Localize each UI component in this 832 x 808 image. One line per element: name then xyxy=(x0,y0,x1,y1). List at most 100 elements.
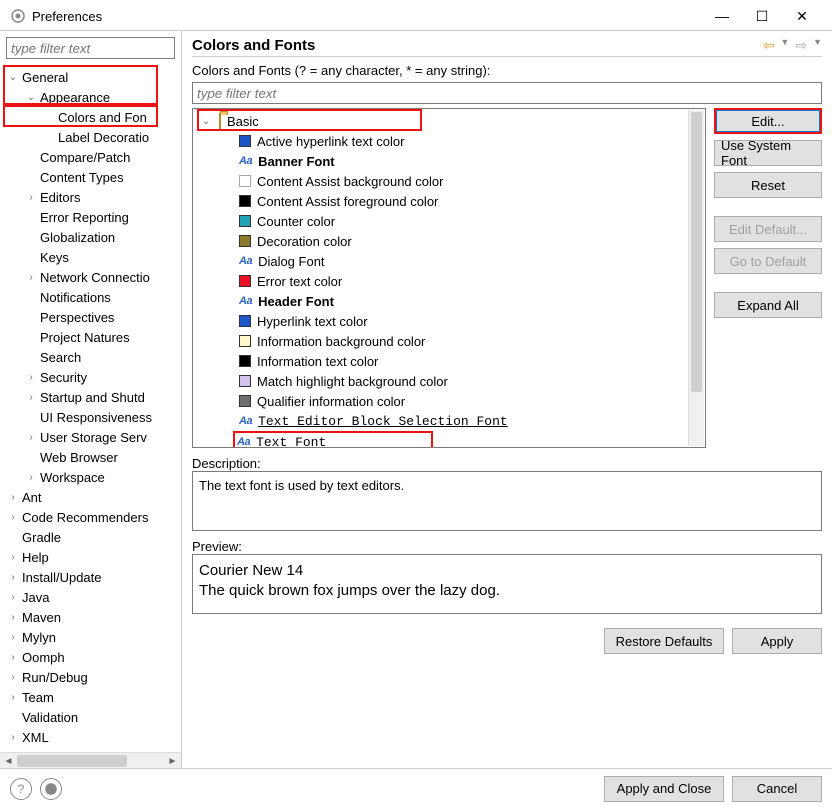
color-font-item[interactable]: AaHeader Font xyxy=(197,291,701,311)
nav-item[interactable]: ›Editors xyxy=(0,187,181,207)
nav-item[interactable]: ›Security xyxy=(0,367,181,387)
nav-item[interactable]: ›Workspace xyxy=(0,467,181,487)
edit-button[interactable]: Edit... xyxy=(714,108,822,134)
maximize-button[interactable]: ☐ xyxy=(742,4,782,28)
nav-item[interactable]: ›Install/Update xyxy=(0,567,181,587)
chevron-right-icon[interactable]: › xyxy=(24,432,38,443)
color-font-item[interactable]: Information background color xyxy=(197,331,701,351)
nav-item[interactable]: ›Maven xyxy=(0,607,181,627)
cancel-button[interactable]: Cancel xyxy=(732,776,822,802)
reset-button[interactable]: Reset xyxy=(714,172,822,198)
chevron-right-icon[interactable]: › xyxy=(6,652,20,663)
chevron-down-icon[interactable]: ⌄ xyxy=(6,72,20,83)
chevron-down-icon[interactable]: ⌄ xyxy=(24,92,38,103)
chevron-right-icon[interactable]: › xyxy=(24,192,38,203)
color-font-item[interactable]: Match highlight background color xyxy=(197,371,701,391)
nav-item[interactable]: UI Responsiveness xyxy=(0,407,181,427)
colors-fonts-tree[interactable]: ⌄ Basic Active hyperlink text colorAaBan… xyxy=(192,108,706,448)
color-font-item[interactable]: Content Assist background color xyxy=(197,171,701,191)
nav-item[interactable]: ›Ant xyxy=(0,487,181,507)
chevron-right-icon[interactable]: › xyxy=(24,272,38,283)
folder-icon xyxy=(219,113,221,130)
nav-item[interactable]: Web Browser xyxy=(0,447,181,467)
nav-item[interactable]: ›Startup and Shutd xyxy=(0,387,181,407)
use-system-font-button[interactable]: Use System Font xyxy=(714,140,822,166)
nav-filter-input[interactable] xyxy=(6,37,175,59)
nav-tree[interactable]: ⌄General⌄AppearanceColors and FonLabel D… xyxy=(0,65,181,769)
nav-item[interactable]: Label Decoratio xyxy=(0,127,181,147)
nav-item[interactable]: ›Java xyxy=(0,587,181,607)
expand-all-button[interactable]: Expand All xyxy=(714,292,822,318)
chevron-right-icon[interactable]: › xyxy=(6,612,20,623)
nav-item[interactable]: Globalization xyxy=(0,227,181,247)
minimize-button[interactable]: — xyxy=(702,4,742,28)
apply-and-close-button[interactable]: Apply and Close xyxy=(604,776,724,802)
color-font-item[interactable]: AaText Editor Block Selection Font xyxy=(197,411,701,431)
color-font-item[interactable]: Error text color xyxy=(197,271,701,291)
chevron-right-icon[interactable]: › xyxy=(6,692,20,703)
apply-button[interactable]: Apply xyxy=(732,628,822,654)
nav-item[interactable]: ›Help xyxy=(0,547,181,567)
chevron-right-icon[interactable]: › xyxy=(6,512,20,523)
color-font-item[interactable]: Content Assist foreground color xyxy=(197,191,701,211)
nav-item[interactable]: Error Reporting xyxy=(0,207,181,227)
close-button[interactable]: ✕ xyxy=(782,4,822,28)
chevron-right-icon[interactable]: › xyxy=(6,732,20,743)
forward-arrow-icon[interactable]: ⇨ xyxy=(795,37,807,54)
color-font-item[interactable]: Active hyperlink text color xyxy=(197,131,701,151)
basic-category-label[interactable]: Basic xyxy=(227,114,259,129)
color-font-item[interactable]: Information text color xyxy=(197,351,701,371)
color-font-item[interactable]: AaDialog Font xyxy=(197,251,701,271)
color-swatch-icon xyxy=(239,175,251,187)
nav-item[interactable]: Gradle xyxy=(0,527,181,547)
chevron-right-icon[interactable]: › xyxy=(6,492,20,503)
text-font-item[interactable]: Text Font xyxy=(256,435,326,448)
nav-item[interactable]: ⌄Appearance xyxy=(0,87,181,107)
nav-item[interactable]: ›User Storage Serv xyxy=(0,427,181,447)
colors-fonts-filter-input[interactable] xyxy=(192,82,822,104)
nav-item[interactable]: Notifications xyxy=(0,287,181,307)
chevron-right-icon[interactable]: › xyxy=(24,472,38,483)
nav-item-label: UI Responsiveness xyxy=(38,410,154,425)
chevron-right-icon[interactable]: › xyxy=(6,632,20,643)
color-font-item[interactable]: Qualifier information color xyxy=(197,391,701,411)
nav-item[interactable]: ⌄General xyxy=(0,67,181,87)
import-export-icon[interactable] xyxy=(40,778,62,800)
nav-item[interactable]: ›Oomph xyxy=(0,647,181,667)
forward-arrow-menu-icon[interactable]: ▼ xyxy=(813,37,822,54)
nav-item[interactable]: Perspectives xyxy=(0,307,181,327)
help-icon[interactable]: ? xyxy=(10,778,32,800)
nav-item[interactable]: ›Network Connectio xyxy=(0,267,181,287)
color-swatch-icon xyxy=(239,355,251,367)
chevron-right-icon[interactable]: › xyxy=(24,392,38,403)
nav-item[interactable]: Keys xyxy=(0,247,181,267)
nav-item-label: User Storage Serv xyxy=(38,430,149,445)
nav-horizontal-scrollbar[interactable]: ◄► xyxy=(0,752,181,769)
nav-item[interactable]: Compare/Patch xyxy=(0,147,181,167)
nav-item[interactable]: ›Code Recommenders xyxy=(0,507,181,527)
restore-defaults-button[interactable]: Restore Defaults xyxy=(604,628,724,654)
nav-item[interactable]: Project Natures xyxy=(0,327,181,347)
color-swatch-icon xyxy=(239,375,251,387)
nav-item[interactable]: Colors and Fon xyxy=(0,107,181,127)
nav-item[interactable]: Content Types xyxy=(0,167,181,187)
nav-item[interactable]: Search xyxy=(0,347,181,367)
color-font-item[interactable]: AaBanner Font xyxy=(197,151,701,171)
back-arrow-menu-icon[interactable]: ▼ xyxy=(780,37,789,54)
tree-vertical-scrollbar[interactable] xyxy=(688,110,704,446)
nav-item[interactable]: ›Run/Debug xyxy=(0,667,181,687)
chevron-right-icon[interactable]: › xyxy=(6,572,20,583)
color-font-item[interactable]: Counter color xyxy=(197,211,701,231)
chevron-right-icon[interactable]: › xyxy=(6,592,20,603)
nav-item[interactable]: Validation xyxy=(0,707,181,727)
chevron-right-icon[interactable]: › xyxy=(6,552,20,563)
nav-item[interactable]: ›Mylyn xyxy=(0,627,181,647)
nav-item[interactable]: ›XML xyxy=(0,727,181,747)
nav-item[interactable]: ›Team xyxy=(0,687,181,707)
chevron-right-icon[interactable]: › xyxy=(6,672,20,683)
chevron-down-icon[interactable]: ⌄ xyxy=(199,116,213,127)
back-arrow-icon[interactable]: ⇦ xyxy=(763,37,775,54)
chevron-right-icon[interactable]: › xyxy=(24,372,38,383)
color-font-item[interactable]: Hyperlink text color xyxy=(197,311,701,331)
color-font-item[interactable]: Decoration color xyxy=(197,231,701,251)
